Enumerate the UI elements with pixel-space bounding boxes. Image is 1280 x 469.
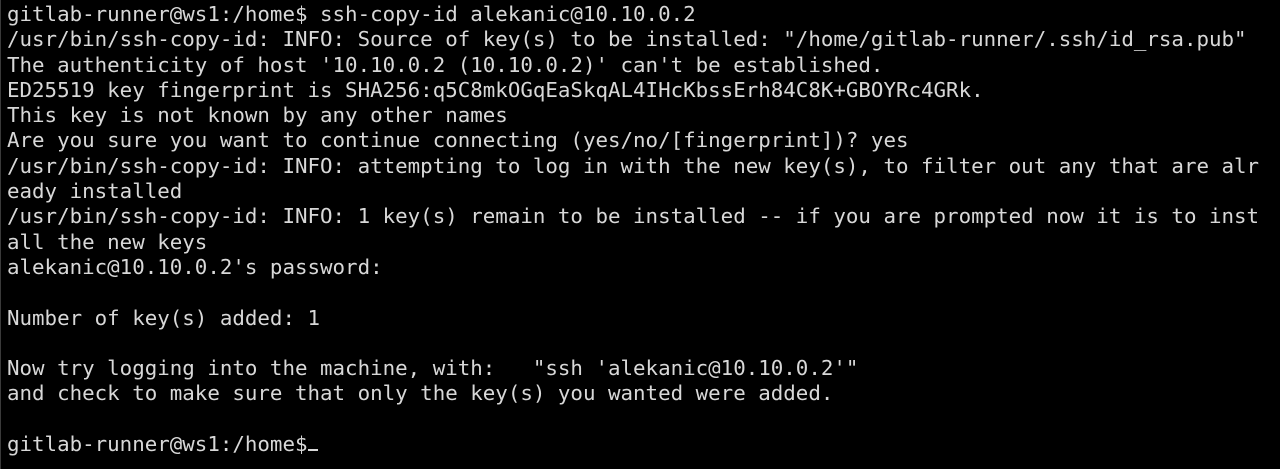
terminal-line-info-attempt: /usr/bin/ssh-copy-id: INFO: attempting t… xyxy=(7,153,1260,178)
terminal-line-info-attempt-wrap: eady installed xyxy=(7,179,183,204)
terminal-window[interactable]: gitlab-runner@ws1:/home$ ssh-copy-id ale… xyxy=(0,0,1280,469)
terminal-line-confirm: Are you sure you want to continue connec… xyxy=(7,128,909,153)
terminal-line-info-remain-wrap: all the new keys xyxy=(7,229,208,254)
terminal-line-command: gitlab-runner@ws1:/home$ ssh-copy-id ale… xyxy=(7,2,696,26)
terminal-line-try-login: Now try logging into the machine, with: … xyxy=(7,356,859,381)
terminal-line-info-source: /usr/bin/ssh-copy-id: INFO: Source of ke… xyxy=(7,27,1247,52)
terminal-line-info-remain: /usr/bin/ssh-copy-id: INFO: 1 key(s) rem… xyxy=(7,204,1260,229)
terminal-prompt-text: gitlab-runner@ws1:/home$ xyxy=(7,432,308,457)
terminal-line-authenticity: The authenticity of host '10.10.0.2 (10.… xyxy=(7,52,884,77)
terminal-line-fingerprint: ED25519 key fingerprint is SHA256:q5C8mk… xyxy=(7,77,984,102)
terminal-prompt[interactable]: gitlab-runner@ws1:/home$ xyxy=(7,432,1280,457)
terminal-cursor xyxy=(307,449,318,452)
terminal-line-password: alekanic@10.10.0.2's password: xyxy=(7,254,383,279)
terminal-line-unknown-key: This key is not known by any other names xyxy=(7,103,508,128)
terminal-line-keys-added: Number of key(s) added: 1 xyxy=(7,305,321,330)
terminal-line-check: and check to make sure that only the key… xyxy=(7,381,834,406)
